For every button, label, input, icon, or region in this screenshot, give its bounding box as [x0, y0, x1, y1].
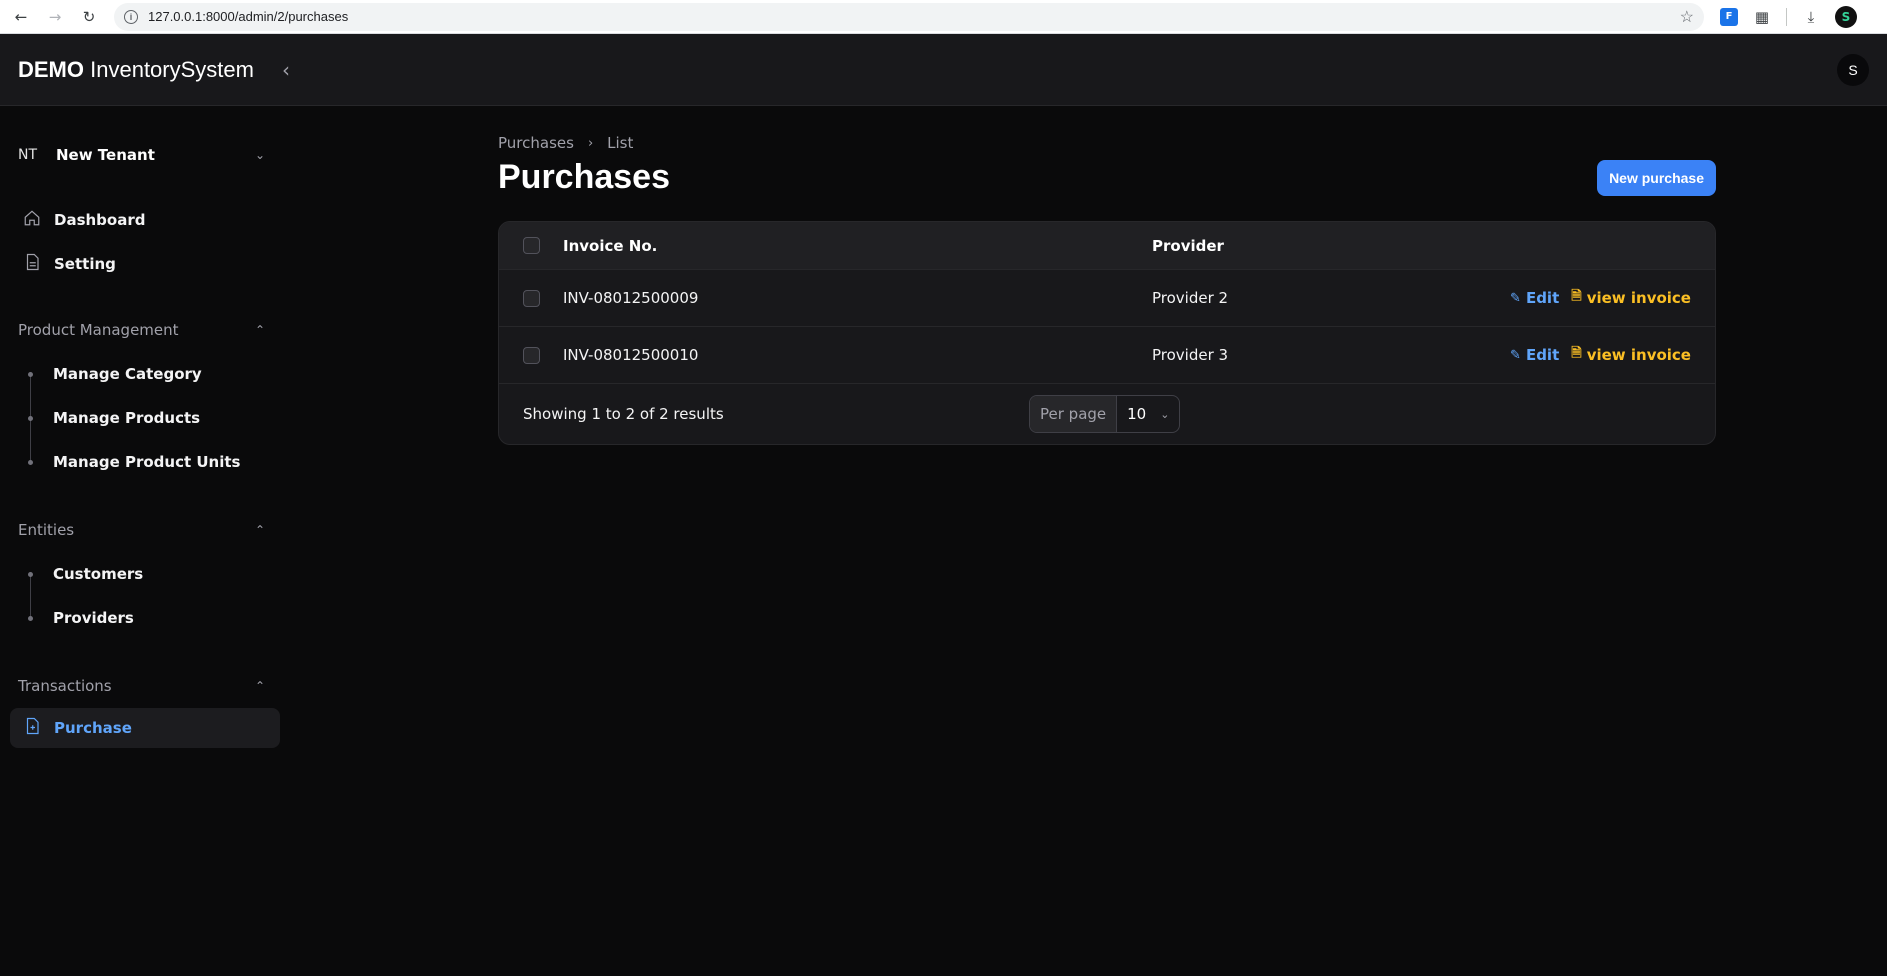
- sidebar-item-label: Manage Products: [53, 409, 201, 427]
- home-icon: [18, 209, 46, 232]
- column-header-provider[interactable]: Provider: [1152, 237, 1715, 255]
- sidebar-item-dashboard[interactable]: Dashboard: [10, 200, 280, 240]
- extension-icon[interactable]: F: [1720, 7, 1738, 26]
- bookmark-star-icon[interactable]: ☆: [1680, 7, 1694, 27]
- edit-label: Edit: [1525, 289, 1560, 307]
- sidebar-item-label: Manage Category: [53, 365, 202, 383]
- provider-cell: Provider 3: [1152, 346, 1229, 364]
- sidebar-item-manage-product-units[interactable]: Manage Product Units: [10, 440, 280, 484]
- sidebar-item-label: Setting: [54, 255, 116, 273]
- invoice-cell: INV-08012500010: [563, 346, 699, 364]
- bullet-icon: [28, 459, 33, 465]
- browser-profile-avatar[interactable]: S: [1835, 5, 1857, 28]
- sidebar-item-label: Purchase: [54, 719, 132, 737]
- group-title: Entities: [18, 521, 75, 539]
- brand-bold: DEMO: [18, 56, 84, 82]
- table-header-row: Invoice No. Provider: [499, 222, 1715, 270]
- table-row[interactable]: INV-08012500009 Provider 2 ✎ Edit 🗎 view…: [499, 270, 1715, 327]
- chevron-up-icon: ⌃: [254, 323, 266, 337]
- view-invoice-button[interactable]: 🗎 view invoice: [1571, 287, 1691, 309]
- view-invoice-button[interactable]: 🗎 view invoice: [1571, 344, 1691, 366]
- document-icon: 🗎: [1571, 289, 1582, 304]
- table-row[interactable]: INV-08012500010 Provider 3 ✎ Edit 🗎 view…: [499, 327, 1715, 384]
- toolbar-divider: [1786, 7, 1787, 26]
- bullet-icon: [28, 615, 33, 621]
- tenant-switcher[interactable]: NT New Tenant ⌄: [10, 136, 280, 174]
- bullet-icon: [28, 371, 33, 377]
- group-header[interactable]: Entities ⌃: [10, 516, 280, 544]
- group-title: Product Management: [18, 321, 179, 339]
- per-page-select[interactable]: Per page 10 ⌄: [1029, 395, 1181, 433]
- bullet-icon: [28, 415, 33, 421]
- tenant-initials: NT: [18, 147, 38, 163]
- sidebar-item-purchase[interactable]: Purchase: [10, 708, 280, 748]
- sidebar-item-label: Manage Product Units: [53, 453, 241, 471]
- sidebar-group-transactions: Transactions ⌃ Purchase: [10, 672, 280, 748]
- sidebar-item-label: Providers: [53, 609, 134, 627]
- provider-cell: Provider 2: [1152, 289, 1229, 307]
- pencil-square-icon: ✎: [1510, 347, 1521, 363]
- row-checkbox[interactable]: [522, 289, 540, 307]
- sidebar-item-label: Dashboard: [54, 211, 146, 229]
- brand-name: InventorySystem: [90, 56, 254, 82]
- sidebar: NT New Tenant ⌄ Dashboard Setting Produc…: [0, 106, 290, 976]
- edit-button[interactable]: ✎ Edit: [1510, 346, 1559, 364]
- chevron-up-icon: ⌃: [254, 679, 266, 693]
- view-invoice-label: view invoice: [1586, 289, 1691, 307]
- row-checkbox[interactable]: [522, 346, 540, 364]
- group-title: Transactions: [18, 677, 112, 695]
- sidebar-item-customers[interactable]: Customers: [10, 552, 280, 596]
- sidebar-group-product-management: Product Management ⌃ Manage Category Man…: [10, 316, 280, 484]
- sidebar-item-label: Customers: [53, 565, 144, 583]
- column-header-invoice[interactable]: Invoice No.: [563, 237, 1152, 255]
- purchases-table: Invoice No. Provider INV-08012500009 Pro…: [498, 221, 1716, 445]
- bullet-icon: [28, 571, 33, 577]
- select-all-checkbox[interactable]: [522, 237, 540, 254]
- chevron-down-icon: ⌄: [1160, 407, 1170, 421]
- user-avatar[interactable]: S: [1837, 54, 1869, 86]
- table-footer: Showing 1 to 2 of 2 results Per page 10 …: [499, 384, 1715, 444]
- tenant-name: New Tenant: [56, 146, 155, 164]
- main-content: Purchases › List Purchases New purchase …: [290, 106, 1887, 976]
- sidebar-item-providers[interactable]: Providers: [10, 596, 280, 640]
- browser-toolbar: ← → ↻ i 127.0.0.1:8000/admin/2/purchases…: [0, 0, 1887, 34]
- url-text: 127.0.0.1:8000/admin/2/purchases: [148, 9, 349, 24]
- app-topbar: DEMO InventorySystem ‹ S: [0, 34, 1887, 106]
- extensions-puzzle-icon[interactable]: ▦: [1752, 8, 1772, 26]
- sidebar-collapse-icon[interactable]: ‹: [282, 58, 302, 82]
- per-page-label: Per page: [1030, 396, 1118, 432]
- download-icon[interactable]: ⤓: [1801, 8, 1821, 26]
- brand-logo[interactable]: DEMO InventorySystem: [18, 57, 254, 83]
- address-bar[interactable]: i 127.0.0.1:8000/admin/2/purchases ☆: [114, 2, 1704, 31]
- sidebar-item-manage-category[interactable]: Manage Category: [10, 352, 280, 396]
- page-title: Purchases: [498, 158, 670, 196]
- breadcrumb-list: List: [607, 134, 634, 152]
- pagination-summary: Showing 1 to 2 of 2 results: [523, 405, 724, 423]
- edit-label: Edit: [1525, 346, 1560, 364]
- reload-icon[interactable]: ↻: [76, 4, 102, 30]
- forward-icon[interactable]: →: [42, 4, 68, 30]
- pencil-square-icon: ✎: [1510, 290, 1521, 306]
- invoice-cell: INV-08012500009: [563, 289, 699, 307]
- group-header[interactable]: Transactions ⌃: [10, 672, 280, 700]
- sidebar-group-entities: Entities ⌃ Customers Providers: [10, 516, 280, 640]
- breadcrumb-purchases[interactable]: Purchases: [498, 134, 574, 152]
- view-invoice-label: view invoice: [1586, 346, 1691, 364]
- edit-button[interactable]: ✎ Edit: [1510, 289, 1559, 307]
- group-header[interactable]: Product Management ⌃: [10, 316, 280, 344]
- back-icon[interactable]: ←: [8, 4, 34, 30]
- sidebar-item-manage-products[interactable]: Manage Products: [10, 396, 280, 440]
- site-info-icon[interactable]: i: [124, 9, 138, 24]
- breadcrumb: Purchases › List: [498, 134, 1887, 152]
- document-icon: 🗎: [1571, 346, 1582, 361]
- document-plus-icon: [18, 717, 46, 740]
- new-purchase-button[interactable]: New purchase: [1597, 159, 1716, 196]
- chevron-right-icon: ›: [587, 135, 594, 151]
- document-icon: [18, 253, 46, 276]
- chevron-up-icon: ⌃: [254, 523, 266, 537]
- per-page-value: 10: [1127, 405, 1147, 423]
- chevron-down-icon: ⌄: [254, 148, 266, 162]
- sidebar-item-setting[interactable]: Setting: [10, 244, 280, 284]
